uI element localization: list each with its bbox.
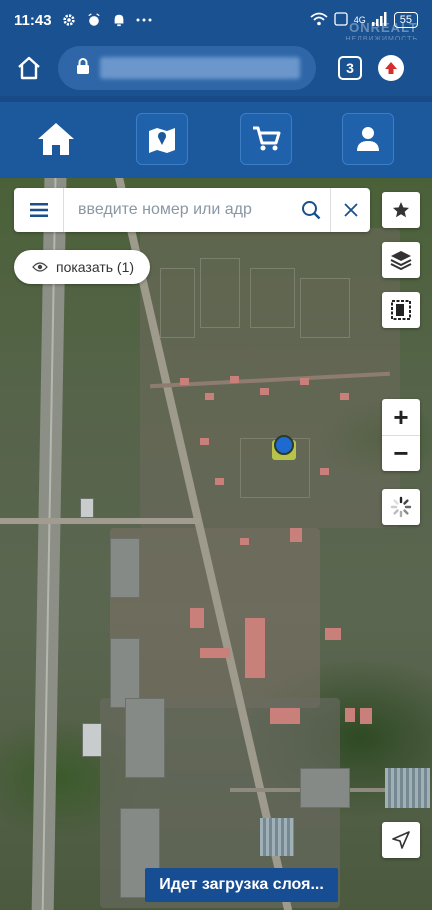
building — [345, 708, 355, 722]
building — [260, 388, 269, 395]
building — [300, 378, 309, 385]
cart-icon — [253, 126, 281, 151]
show-results-label: показать (1) — [56, 259, 135, 275]
eye-icon — [32, 262, 48, 272]
location-marker[interactable] — [274, 435, 294, 455]
favorites-button[interactable] — [382, 192, 420, 228]
layers-icon — [390, 251, 412, 270]
tabs-button[interactable]: 3 — [338, 56, 362, 80]
map-icon — [149, 128, 175, 153]
building — [245, 618, 265, 678]
building — [200, 438, 209, 445]
greenhouse — [260, 818, 294, 856]
field-plot — [200, 258, 240, 328]
search-icon — [302, 201, 321, 220]
user-icon — [357, 127, 379, 151]
browser-toolbar: 3 — [0, 40, 432, 96]
url-bar[interactable] — [58, 46, 316, 90]
lock-icon — [76, 57, 90, 79]
warehouse — [82, 723, 102, 757]
menu-button[interactable] — [14, 188, 64, 232]
locate-me-button[interactable] — [382, 822, 420, 858]
building — [340, 393, 349, 400]
building — [360, 708, 372, 724]
zoom-out-button[interactable]: − — [382, 435, 420, 471]
building — [325, 628, 341, 640]
zoom-in-button[interactable]: + — [382, 399, 420, 435]
field-plot — [300, 278, 350, 338]
navigation-arrow-icon — [392, 831, 410, 849]
show-results-button[interactable]: показать (1) — [14, 250, 150, 284]
more-icon — [136, 12, 152, 28]
home-icon — [38, 123, 74, 155]
clear-button[interactable] — [330, 188, 370, 232]
building — [230, 376, 239, 383]
loading-spinner — [382, 489, 420, 525]
upload-arrow-icon — [385, 62, 397, 74]
map-search-bar — [14, 188, 370, 232]
close-icon — [343, 203, 358, 217]
building — [190, 608, 204, 628]
search-button[interactable] — [292, 188, 330, 232]
nav-cart-button[interactable] — [240, 113, 292, 165]
browser-home-button[interactable] — [12, 51, 46, 85]
building — [320, 468, 329, 475]
building — [200, 648, 230, 658]
apartment-building — [110, 538, 140, 598]
status-time: 11:43 — [14, 11, 52, 29]
home-outline-icon — [18, 56, 40, 80]
gear-icon — [61, 12, 77, 28]
field-plot — [160, 268, 195, 338]
building — [205, 393, 214, 400]
cadastre-map-icon — [391, 300, 411, 320]
hamburger-icon — [29, 203, 48, 217]
spinner-icon — [390, 496, 412, 518]
nav-map-button[interactable] — [136, 113, 188, 165]
building — [215, 478, 224, 485]
building — [300, 768, 350, 808]
upload-button[interactable] — [378, 55, 404, 81]
wifi-icon — [310, 12, 328, 29]
cadastre-button[interactable] — [382, 292, 420, 328]
residential-area — [110, 528, 320, 708]
layer-loading-banner: Идет загрузка слоя... — [145, 868, 338, 902]
star-icon — [393, 202, 409, 218]
building — [80, 498, 94, 518]
alarm-icon — [86, 12, 102, 28]
road — [0, 518, 200, 524]
building — [240, 538, 249, 545]
highway — [31, 178, 67, 910]
zoom-controls: + − — [382, 399, 420, 471]
layers-button[interactable] — [382, 242, 420, 278]
nav-home-button[interactable] — [30, 113, 82, 165]
building — [270, 708, 300, 724]
bell-icon — [111, 12, 127, 28]
nav-profile-button[interactable] — [342, 113, 394, 165]
satellite-map[interactable] — [0, 178, 432, 910]
building — [180, 378, 189, 385]
search-input[interactable] — [64, 190, 292, 230]
apartment-building — [125, 698, 165, 778]
field-plot — [250, 268, 295, 328]
greenhouse — [385, 768, 430, 808]
url-text-blurred — [100, 57, 300, 79]
watermark-brand: ONREALT — [349, 20, 418, 35]
app-nav — [0, 102, 432, 178]
building — [290, 528, 302, 542]
